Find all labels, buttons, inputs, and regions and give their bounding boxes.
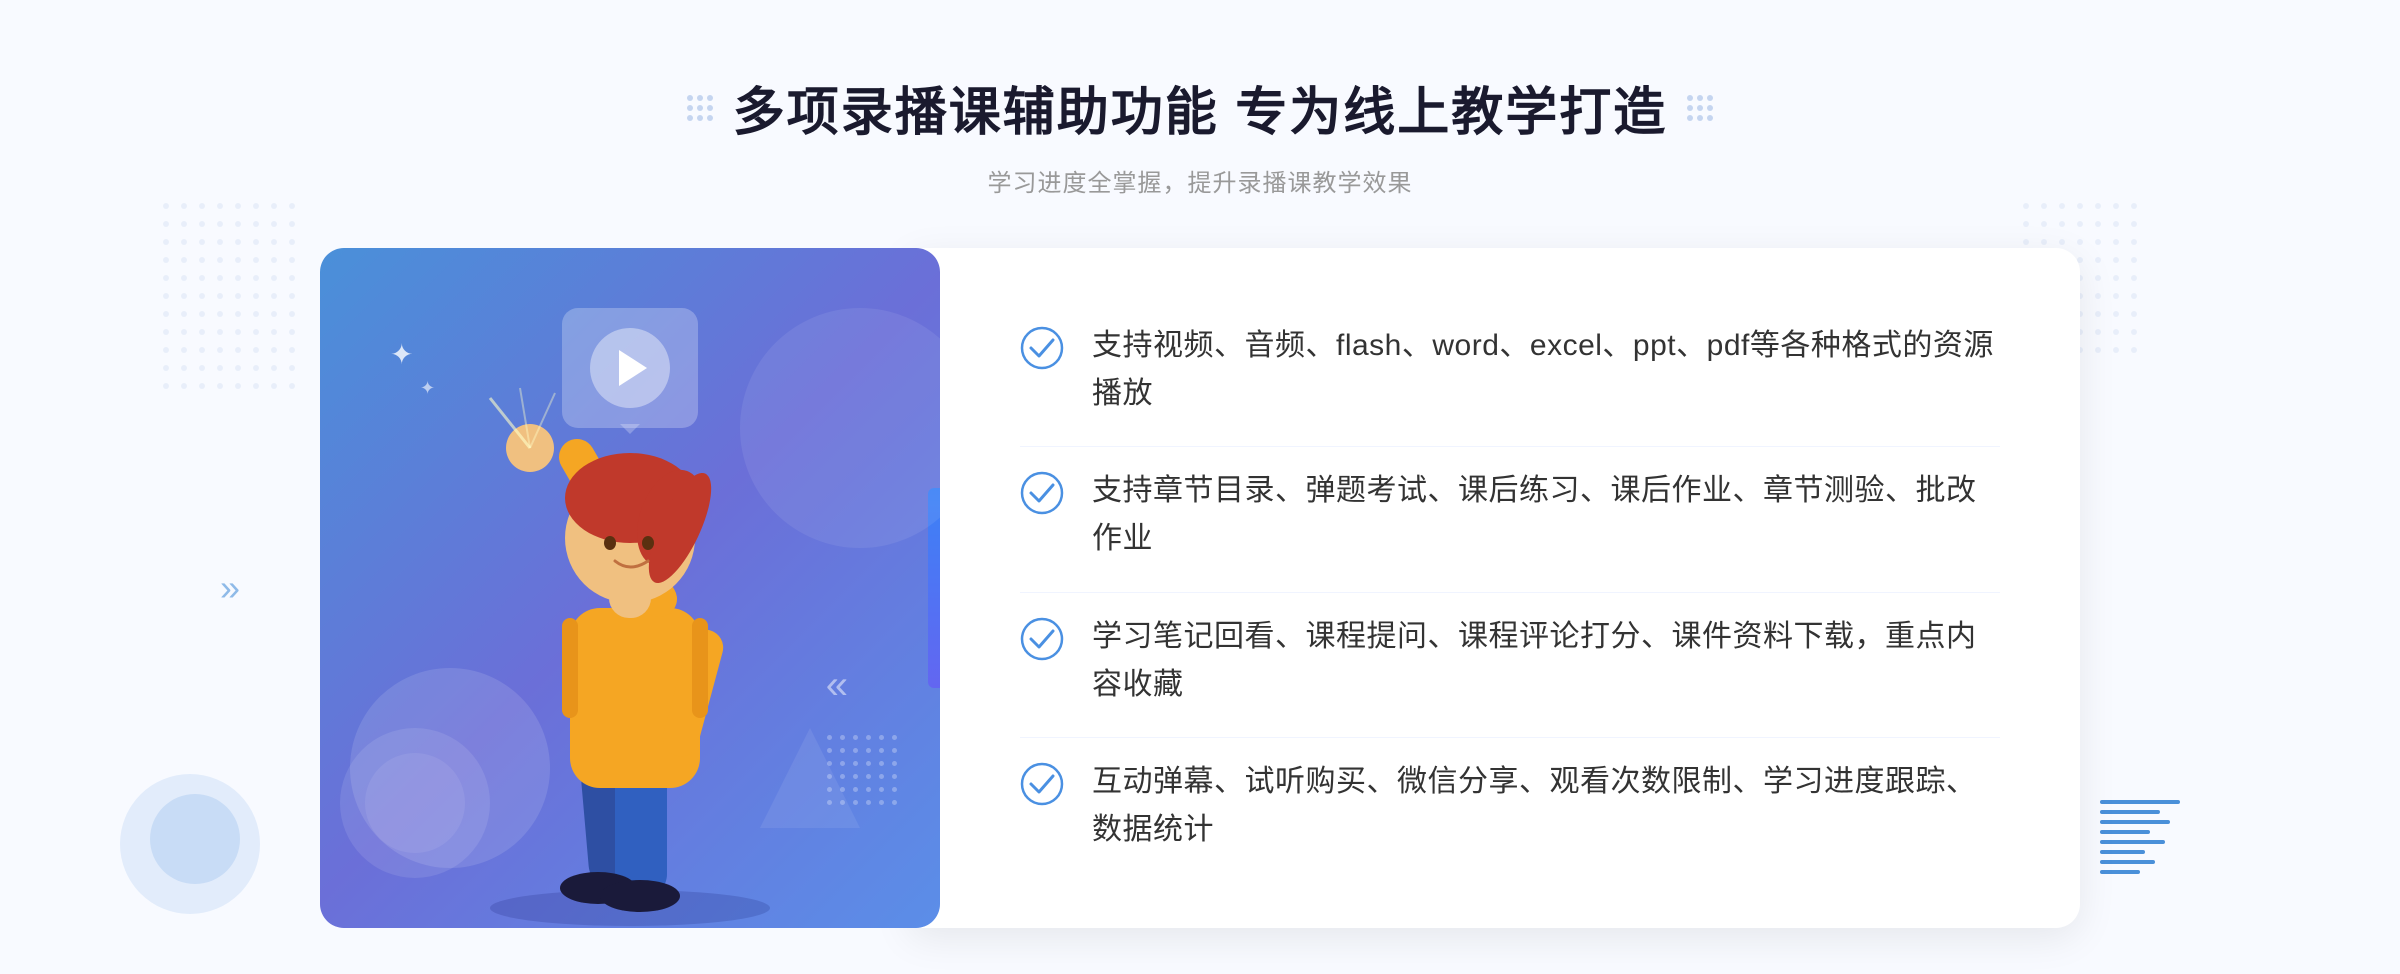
- page-title: 多项录播课辅助功能 专为线上教学打造: [733, 70, 1667, 145]
- feature-item-2: 支持章节目录、弹题考试、课后练习、课后作业、章节测验、批改作业: [1020, 446, 2000, 583]
- feature-text-3: 学习笔记回看、课程提问、课程评论打分、课件资料下载，重点内容收藏: [1092, 613, 2000, 709]
- left-illustration-card: ✦ ✦: [320, 248, 940, 928]
- dot-grid-right: [1687, 95, 1713, 121]
- check-icon-4: [1020, 762, 1064, 806]
- header-title-row: 多项录播课辅助功能 专为线上教学打造: [687, 70, 1713, 145]
- main-content: » ✦ ✦: [320, 248, 2080, 928]
- feature-text-2: 支持章节目录、弹题考试、课后练习、课后作业、章节测验、批改作业: [1092, 467, 2000, 563]
- triangle-deco: [760, 728, 860, 828]
- check-icon-3: [1020, 617, 1064, 661]
- sparkle-1: ✦: [390, 338, 413, 371]
- dot-grid-left: [687, 95, 713, 121]
- title-decoration-left: [687, 95, 713, 121]
- right-features-card: 支持视频、音频、flash、word、excel、ppt、pdf等各种格式的资源…: [910, 248, 2080, 928]
- page-wrapper: 多项录播课辅助功能 专为线上教学打造 学习进度全掌握，提升录播课教学效果 » ✦…: [0, 0, 2400, 974]
- chevron-deco: «: [826, 663, 840, 708]
- check-icon-1: [1020, 326, 1064, 370]
- feature-item-3: 学习笔记回看、课程提问、课程评论打分、课件资料下载，重点内容收藏: [1020, 592, 2000, 729]
- page-subtitle: 学习进度全掌握，提升录播课教学效果: [687, 163, 1713, 198]
- title-decoration-right: [1687, 95, 1713, 121]
- stripe-decoration: [2100, 800, 2180, 874]
- check-icon-2: [1020, 471, 1064, 515]
- bg-circle-group: [120, 774, 260, 914]
- blue-accent-bar: [928, 488, 940, 688]
- feature-text-1: 支持视频、音频、flash、word、excel、ppt、pdf等各种格式的资源…: [1092, 322, 2000, 418]
- feature-item-1: 支持视频、音频、flash、word、excel、ppt、pdf等各种格式的资源…: [1020, 302, 2000, 438]
- header-section: 多项录播课辅助功能 专为线上教学打造 学习进度全掌握，提升录播课教学效果: [687, 70, 1713, 198]
- feature-text-4: 互动弹幕、试听购买、微信分享、观看次数限制、学习进度跟踪、数据统计: [1092, 758, 2000, 854]
- arrow-left-decoration: »: [220, 567, 240, 609]
- bg-dots-left: [160, 200, 300, 400]
- feature-item-4: 互动弹幕、试听购买、微信分享、观看次数限制、学习进度跟踪、数据统计: [1020, 737, 2000, 874]
